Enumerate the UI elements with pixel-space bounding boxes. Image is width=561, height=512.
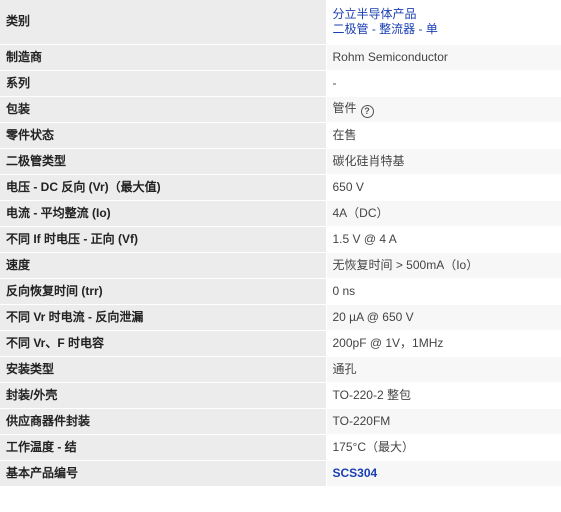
table-row: 不同 Vr 时电流 - 反向泄漏 20 µA @ 650 V: [0, 304, 561, 330]
attribute-value: 650 V: [326, 174, 561, 200]
attribute-value: 175°C（最大）: [326, 434, 561, 460]
attribute-label: 工作温度 - 结: [0, 434, 327, 460]
attribute-value: TO-220-2 整包: [326, 382, 561, 408]
table-row: 电压 - DC 反向 (Vr)（最大值) 650 V: [0, 174, 561, 200]
table-row: 零件状态 在售: [0, 122, 561, 148]
attribute-value-text: 管件: [332, 100, 357, 115]
base-part-number-link[interactable]: SCS304: [333, 466, 378, 480]
attribute-value: 4A（DC）: [326, 200, 561, 226]
table-row: 系列 -: [0, 70, 561, 96]
attribute-label: 供应商器件封装: [0, 408, 327, 434]
table-row: 不同 Vr、F 时电容 200pF @ 1V，1MHz: [0, 330, 561, 356]
attribute-value: 通孔: [326, 356, 561, 382]
attribute-value: 20 µA @ 650 V: [326, 304, 561, 330]
attribute-value: 在售: [326, 122, 561, 148]
attribute-label: 不同 If 时电压 - 正向 (Vf): [0, 226, 327, 252]
category-link-discrete[interactable]: 分立半导体产品: [333, 7, 561, 22]
table-row: 安装类型 通孔: [0, 356, 561, 382]
attribute-value: -: [326, 70, 561, 96]
attribute-label: 零件状态: [0, 122, 327, 148]
attribute-label: 反向恢复时间 (trr): [0, 278, 327, 304]
table-row: 二极管类型 碳化硅肖特基: [0, 148, 561, 174]
table-row-category: 类别 分立半导体产品 二极管 - 整流器 - 单: [0, 0, 561, 44]
attribute-label: 二极管类型: [0, 148, 327, 174]
attribute-value: 碳化硅肖特基: [326, 148, 561, 174]
attribute-label: 电压 - DC 反向 (Vr)（最大值): [0, 174, 327, 200]
attribute-label: 电流 - 平均整流 (Io): [0, 200, 327, 226]
attribute-label: 不同 Vr、F 时电容: [0, 330, 327, 356]
table-row: 封装/外壳 TO-220-2 整包: [0, 382, 561, 408]
attribute-value: SCS304: [326, 460, 561, 486]
table-row: 制造商 Rohm Semiconductor: [0, 44, 561, 70]
attribute-label: 安装类型: [0, 356, 327, 382]
attribute-label: 速度: [0, 252, 327, 278]
attribute-label: 不同 Vr 时电流 - 反向泄漏: [0, 304, 327, 330]
product-attributes-table: 类别 分立半导体产品 二极管 - 整流器 - 单 制造商 Rohm Semico…: [0, 0, 561, 487]
attribute-value: 无恢复时间 > 500mA（Io）: [326, 252, 561, 278]
table-row: 工作温度 - 结 175°C（最大）: [0, 434, 561, 460]
attribute-label: 基本产品编号: [0, 460, 327, 486]
table-row: 速度 无恢复时间 > 500mA（Io）: [0, 252, 561, 278]
table-row: 供应商器件封装 TO-220FM: [0, 408, 561, 434]
attribute-value: 0 ns: [326, 278, 561, 304]
table-row: 反向恢复时间 (trr) 0 ns: [0, 278, 561, 304]
table-row: 基本产品编号 SCS304: [0, 460, 561, 486]
help-circle-icon[interactable]: ?: [360, 104, 374, 118]
attribute-label: 制造商: [0, 44, 327, 70]
attribute-value: TO-220FM: [326, 408, 561, 434]
attribute-label: 系列: [0, 70, 327, 96]
attribute-label: 包装: [0, 96, 327, 122]
attribute-value: 分立半导体产品 二极管 - 整流器 - 单: [326, 0, 561, 44]
attribute-value: 200pF @ 1V，1MHz: [326, 330, 561, 356]
table-row: 包装 管件?: [0, 96, 561, 122]
attribute-value: 1.5 V @ 4 A: [326, 226, 561, 252]
attribute-value: 管件?: [326, 96, 561, 122]
table-row: 不同 If 时电压 - 正向 (Vf) 1.5 V @ 4 A: [0, 226, 561, 252]
attribute-label: 类别: [0, 0, 327, 44]
attribute-label: 封装/外壳: [0, 382, 327, 408]
category-link-rectifiers[interactable]: 二极管 - 整流器 - 单: [333, 22, 561, 37]
attribute-value: Rohm Semiconductor: [326, 44, 561, 70]
table-row: 电流 - 平均整流 (Io) 4A（DC）: [0, 200, 561, 226]
